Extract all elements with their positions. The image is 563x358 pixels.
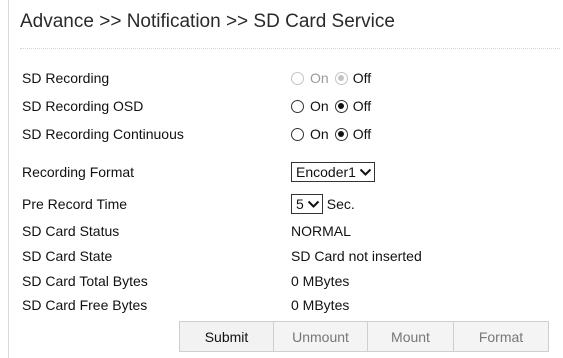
- sd-card-total-bytes-label: SD Card Total Bytes: [22, 273, 148, 289]
- sd-recording-osd-off-label[interactable]: Off: [353, 98, 371, 114]
- title-divider: [20, 48, 560, 49]
- sd-recording-on-label: On: [310, 70, 329, 86]
- sd-card-status-value: NORMAL: [291, 223, 351, 239]
- sd-card-service-panel: Advance >> Notification >> SD Card Servi…: [8, 0, 563, 358]
- sd-card-free-bytes-label: SD Card Free Bytes: [22, 297, 148, 313]
- sd-recording-osd-off-radio[interactable]: [334, 99, 348, 113]
- sd-recording-continuous-off-label[interactable]: Off: [353, 126, 371, 142]
- sd-recording-osd-label: SD Recording OSD: [22, 98, 144, 114]
- sd-recording-osd-on-label[interactable]: On: [310, 98, 329, 114]
- format-button[interactable]: Format: [454, 321, 549, 352]
- sd-recording-off-label: Off: [352, 70, 372, 86]
- page-title: Advance >> Notification >> SD Card Servi…: [20, 11, 395, 32]
- sd-recording-continuous-label: SD Recording Continuous: [22, 126, 184, 142]
- sd-recording-osd-on-radio[interactable]: [291, 99, 304, 113]
- pre-record-time-value: 5: [296, 196, 304, 212]
- sd-card-total-bytes-value: 0 MBytes: [291, 273, 350, 289]
- sd-recording-osd-options: On Off: [291, 98, 371, 114]
- sd-recording-on-radio: [291, 71, 304, 85]
- pre-record-time-label: Pre Record Time: [22, 196, 128, 212]
- sd-card-state-label: SD Card State: [22, 248, 113, 264]
- sd-recording-off-radio: [334, 71, 348, 85]
- recording-format-value: Encoder1: [296, 164, 356, 180]
- sd-recording-label: SD Recording: [22, 70, 110, 86]
- submit-button[interactable]: Submit: [179, 321, 274, 352]
- pre-record-time-select[interactable]: 5: [291, 194, 323, 214]
- pre-record-time-field: 5 Sec.: [291, 194, 355, 214]
- chevron-down-icon: [359, 168, 372, 176]
- recording-format-select[interactable]: Encoder1: [291, 162, 375, 182]
- sd-recording-continuous-on-radio[interactable]: [291, 127, 304, 141]
- recording-format-label: Recording Format: [22, 164, 135, 180]
- action-buttons: Submit Unmount Mount Format: [179, 321, 549, 352]
- sd-card-status-label: SD Card Status: [22, 223, 120, 239]
- mount-button[interactable]: Mount: [368, 321, 454, 352]
- sd-recording-continuous-off-radio[interactable]: [334, 127, 348, 141]
- pre-record-time-unit: Sec.: [326, 196, 355, 212]
- sd-card-free-bytes-value: 0 MBytes: [291, 297, 350, 313]
- sd-recording-continuous-on-label[interactable]: On: [310, 126, 329, 142]
- sd-recording-options: On Off: [291, 70, 371, 86]
- sd-card-state-value: SD Card not inserted: [291, 248, 422, 264]
- chevron-down-icon: [307, 200, 320, 208]
- unmount-button[interactable]: Unmount: [274, 321, 368, 352]
- recording-format-field: Encoder1: [291, 162, 375, 182]
- sd-recording-continuous-options: On Off: [291, 126, 371, 142]
